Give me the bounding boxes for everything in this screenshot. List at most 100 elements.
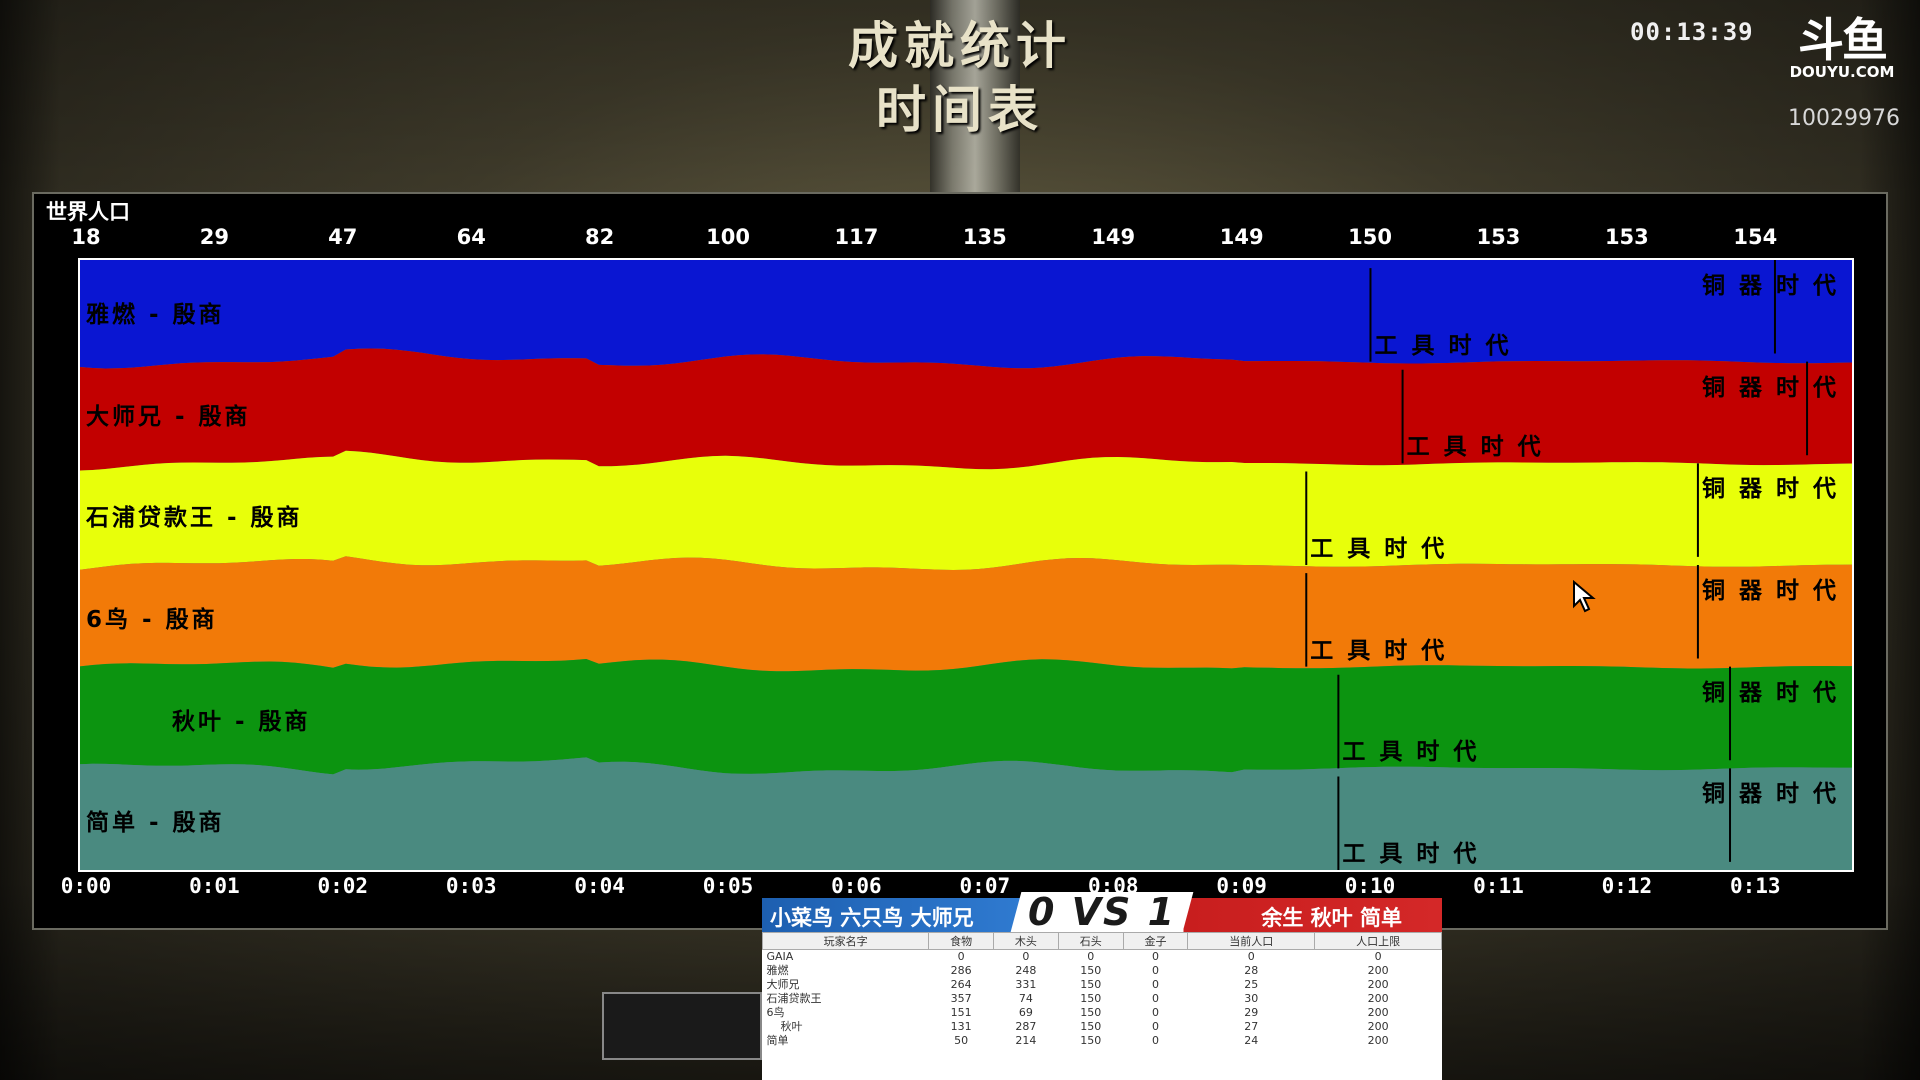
team-left: 小菜鸟 六只鸟 大师兄: [770, 906, 974, 930]
population-tick-label: 149: [1219, 225, 1264, 249]
series-label: 石浦贷款王 - 殷商: [86, 505, 303, 532]
time-tick-label: 0:11: [1473, 874, 1524, 898]
table-cell: 28: [1244, 964, 1259, 977]
time-tick-label: 0:09: [1216, 874, 1267, 898]
time-tick-label: 0:02: [317, 874, 369, 898]
age-label: 铜器时代: [1702, 679, 1850, 706]
table-cell: 331: [1015, 978, 1037, 991]
table-cell: 200: [1367, 1006, 1389, 1019]
table-cell: 151: [950, 1006, 972, 1019]
douyu-logo: 斗鱼 DOUYU.COM: [1782, 16, 1902, 80]
table-header-cell: 石头: [1057, 932, 1124, 950]
time-tick-label: 0:07: [959, 874, 1011, 898]
table-row: 秋叶 131 287 150 0 27 200: [763, 1020, 1442, 1034]
table-cell: 0: [1152, 1020, 1159, 1033]
table-cell: 简单: [766, 1034, 789, 1047]
chart-svg: [80, 260, 1852, 870]
table-cell: 150: [1080, 978, 1102, 991]
table-cell: 27: [1244, 1020, 1259, 1033]
series-label: 简单 - 殷商: [86, 810, 225, 837]
table-cell: 248: [1015, 964, 1037, 977]
room-id: 10029976: [1788, 106, 1900, 131]
table-cell: 200: [1367, 964, 1389, 977]
table-cell: 69: [1018, 1006, 1033, 1019]
time-tick-label: 0:13: [1729, 874, 1781, 898]
table-cell: 200: [1367, 978, 1389, 991]
table-row: 雅燃 286 248 150 0 28 200: [763, 964, 1442, 978]
table-cell: 25: [1244, 978, 1259, 991]
series-band-3: [80, 450, 1852, 570]
table-cell: 0: [1087, 950, 1095, 963]
table-cell: 大师兄: [766, 978, 800, 991]
table-cell: 0: [957, 950, 965, 963]
stream-clock: 00:13:39: [1630, 18, 1754, 46]
table-cell: 0: [1247, 950, 1255, 963]
menu-button-frame[interactable]: [602, 992, 762, 1060]
series-label: 雅燃 - 殷商: [86, 301, 225, 328]
table-cell: 214: [1015, 1034, 1037, 1047]
age-label: 铜器时代: [1702, 476, 1850, 503]
table-cell: 石浦贷款王: [766, 992, 822, 1005]
table-cell: 150: [1080, 992, 1102, 1005]
table-row: GAIA 0 0 0 0 0 0: [763, 950, 1442, 965]
series-label: 秋叶 - 殷商: [172, 708, 311, 735]
age-label: 工具时代: [1310, 637, 1459, 664]
versus-badge: 0 VS 1: [1010, 890, 1194, 934]
population-tick-label: 135: [962, 225, 1007, 249]
table-row: 石浦贷款王 357 74 150 0 30 200: [763, 992, 1442, 1006]
population-tick-label: 149: [1091, 225, 1136, 249]
scoreboard-header: 小菜鸟 六只鸟 大师兄 0 VS 1 余生 秋叶 简单: [762, 890, 1442, 934]
age-label: 工具时代: [1342, 739, 1491, 766]
age-label: 工具时代: [1310, 536, 1459, 562]
table-cell: 150: [1080, 964, 1102, 977]
time-tick-label: 0:01: [189, 874, 240, 898]
time-tick-label: 0:04: [574, 874, 625, 898]
table-cell: 0: [1374, 950, 1382, 963]
table-cell: 30: [1244, 992, 1259, 1005]
table-cell: 0: [1152, 978, 1159, 991]
time-tick-label: 0:06: [831, 874, 882, 898]
population-tick-label: 100: [706, 225, 750, 249]
series-band-5: [80, 659, 1852, 775]
table-cell: 秋叶: [766, 1020, 803, 1033]
time-tick-label: 0:10: [1344, 874, 1396, 898]
table-cell: 0: [1152, 950, 1159, 963]
table-row: 6鸟 151 69 150 0 29 200: [763, 1006, 1442, 1020]
population-tick-label: 117: [834, 225, 879, 249]
population-tick-label: 82: [584, 225, 615, 249]
table-cell: 150: [1080, 1020, 1102, 1033]
population-tick-label: 47: [328, 225, 358, 249]
team-right: 余生 秋叶 简单: [1261, 906, 1402, 930]
chart-title: 世界人口: [46, 200, 130, 224]
table-row: 简单 50 214 150 0 24 200: [763, 1034, 1442, 1048]
table-cell: 357: [950, 992, 972, 1005]
table-cell: 0: [1152, 964, 1159, 977]
table-cell: 264: [950, 978, 972, 991]
population-tick-label: 153: [1604, 225, 1649, 249]
table-cell: 287: [1015, 1020, 1037, 1033]
age-label: 工具时代: [1374, 332, 1523, 359]
table-cell: 6鸟: [766, 1006, 785, 1019]
table-header-cell: 当前人口: [1187, 932, 1316, 950]
logo-mark: 斗鱼: [1798, 13, 1888, 67]
table-header-cell: 玩家名字: [761, 932, 930, 950]
table-cell: 雅燃: [766, 964, 789, 977]
time-tick-label: 0:12: [1601, 874, 1653, 898]
series-label: 大师兄 - 殷商: [86, 403, 251, 430]
time-tick-label: 0:00: [60, 874, 112, 898]
table-cell: 131: [950, 1020, 972, 1033]
time-tick-label: 0:05: [702, 874, 754, 898]
table-cell: 200: [1367, 992, 1389, 1005]
logo-site: DOUYU.COM: [1789, 63, 1895, 81]
population-tick-label: 153: [1476, 225, 1521, 249]
series-label: 6鸟 - 殷商: [86, 606, 218, 633]
table-body: GAIA 0 0 0 0 0 0 雅燃 286 248 150 0 28 200 大师兄 264 331 150 0…: [763, 950, 1442, 1049]
table-cell: 0: [1152, 1006, 1159, 1019]
table-cell: GAIA: [766, 950, 794, 963]
age-label: 工具时代: [1342, 841, 1491, 867]
table-cell: 0: [1152, 992, 1159, 1005]
table-row: 大师兄 264 331 150 0 25 200: [763, 978, 1442, 992]
table-cell: 0: [1152, 1034, 1159, 1047]
table-header-row: 玩家名字 食物 木头 石头 金子 当前人口 人口上限: [761, 932, 1442, 950]
population-tick-label: 18: [71, 225, 101, 249]
